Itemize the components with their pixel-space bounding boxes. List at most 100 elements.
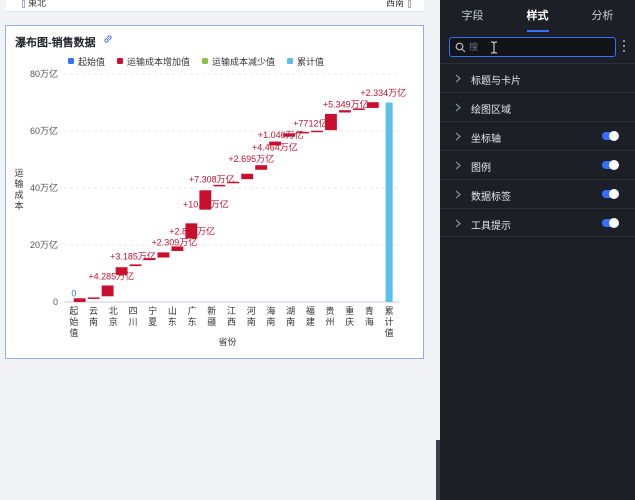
text-cursor-icon [491,41,497,54]
x-tick-label: 值 [69,327,78,338]
x-tick-label: 江 [227,306,236,316]
y-axis-title-char: 运 [14,168,23,178]
section-plot-area[interactable]: 绘图区域 [440,92,635,121]
previous-chart-strip: 東北 西南 [6,0,424,12]
chevron-right-icon [455,161,461,170]
increase-bar [241,173,254,180]
tab-style[interactable]: 样式 [505,0,570,32]
section-data-labels[interactable]: 数据标签 [440,179,635,208]
x-tick-label: 重 [345,305,354,316]
waterfall-chart-card[interactable]: 瀑布图-销售数据 起始值 运输成本增加值 运输成本减少值 累计值 0 20万亿 … [5,25,424,359]
x-tick-label: 山 [168,306,177,316]
legend-toggle[interactable] [602,160,619,170]
data-label: 0 [71,288,76,298]
data-label: +7712亿 [293,117,327,128]
y-tick-label: 80万亿 [30,68,58,79]
app-root: 東北 西南 瀑布图-销售数据 起始值 运输成本增加值 运输成本减少值 累计值 0… [0,0,635,500]
x-tick-label: 海 [365,316,374,327]
x-tick-label: 京 [109,316,118,327]
section-tooltip[interactable]: 工具提示 [440,208,635,237]
chevron-right-icon [455,103,461,112]
data-label: +7.308万亿 [189,174,235,185]
increase-bar [157,252,170,258]
chevron-right-icon [455,219,461,228]
increase-bar [101,285,114,297]
y-axis-title-char: 输 [14,178,23,189]
x-tick-label: 宁 [148,305,157,316]
x-tick-label: 值 [385,327,394,338]
more-options-icon[interactable] [621,40,627,54]
x-tick-label: 庆 [345,316,354,327]
x-tick-label: 累 [385,306,394,316]
x-tick-label: 南 [247,316,256,327]
x-tick-label: 州 [326,317,335,327]
data-labels-toggle[interactable] [602,189,619,199]
search-icon [455,42,466,53]
x-axis-title: 省份 [218,336,236,347]
y-tick-label: 40万亿 [30,182,58,193]
style-config-panel: 字段 样式 分析 标题与卡片 绘图区域 [440,0,635,500]
x-tick-label: 青 [365,305,374,316]
dashboard-canvas: 東北 西南 瀑布图-销售数据 起始值 运输成本增加值 运输成本减少值 累计值 0… [0,0,440,500]
x-tick-label: 东 [168,316,177,327]
x-tick-label: 始 [69,316,78,327]
chevron-right-icon [455,132,461,141]
x-tick-label: 南 [286,316,295,327]
section-label: 工具提示 [471,221,511,232]
increase-bar [213,184,226,187]
x-tick-label: 疆 [207,317,216,327]
section-label: 标题与卡片 [471,76,521,87]
increase-bar [311,130,323,133]
x-tick-label: 起 [69,306,78,316]
x-tick-label: 北 [109,306,118,316]
tab-analysis[interactable]: 分析 [570,0,635,32]
x-tick-label: 夏 [148,317,157,327]
section-label: 数据标签 [471,192,511,203]
y-tick-label: 0 [53,297,58,307]
section-title-card[interactable]: 标题与卡片 [440,63,635,92]
increase-bar [87,297,100,299]
x-tick-label: 福 [306,305,315,316]
tooltip-toggle[interactable] [602,218,619,228]
search-box[interactable] [449,37,616,57]
x-tick-label: 河 [247,305,256,316]
strip-left-label: 東北 [28,0,47,8]
section-label: 绘图区域 [471,105,511,116]
data-label: +5.349万亿 [323,99,369,110]
y-tick-label: 20万亿 [30,239,58,250]
range-handle-right[interactable] [408,0,411,8]
range-handle-left[interactable] [22,0,25,8]
x-tick-label: 计 [385,316,394,327]
y-axis-title-char: 本 [14,200,23,211]
chevron-right-icon [455,190,461,199]
canvas-empty-area [0,360,440,500]
x-tick-label: 新 [207,305,216,316]
x-tick-label: 湖 [286,306,295,316]
tab-fields[interactable]: 字段 [440,0,505,32]
axis-toggle[interactable] [602,131,619,141]
data-label: +2.862万亿 [169,226,215,237]
x-tick-label: 南 [266,316,275,327]
x-tick-label: 川 [128,317,137,327]
x-tick-label: 海 [266,305,275,316]
section-axis[interactable]: 坐标轴 [440,121,635,150]
y-axis-title-char: 成 [14,189,23,200]
data-label: +4.285万亿 [88,270,134,281]
style-sections: 标题与卡片 绘图区域 坐标轴 图例 数据标签 工具提示 [440,63,635,237]
x-tick-label: 四 [128,306,137,316]
panel-tabs: 字段 样式 分析 [440,0,635,32]
section-label: 图例 [471,163,491,174]
data-label: +4.464万亿 [252,142,298,153]
waterfall-chart: 020万亿40万亿60万亿80万亿运输成本起始值云南北京四川宁夏山东广东新疆江西… [14,68,406,347]
increase-bar [338,110,351,113]
chevron-right-icon [455,74,461,83]
total-bar [385,102,393,302]
increase-bar [255,165,268,170]
data-label: +3.185万亿 [110,251,156,262]
increase-bar [129,264,142,267]
y-tick-label: 60万亿 [30,125,58,136]
x-tick-label: 建 [306,316,315,327]
x-tick-label: 广 [188,305,197,316]
increase-bar [73,298,86,302]
section-legend[interactable]: 图例 [440,150,635,179]
